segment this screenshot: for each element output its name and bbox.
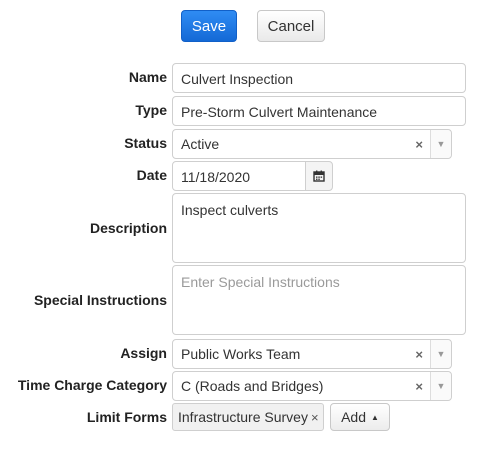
name-input[interactable]: Culvert Inspection bbox=[172, 63, 466, 93]
assign-label: Assign bbox=[120, 345, 167, 361]
time-charge-category-value: C (Roads and Bridges) bbox=[181, 378, 324, 394]
name-label: Name bbox=[128, 69, 167, 85]
type-label: Type bbox=[135, 102, 167, 118]
special-instructions-label: Special Instructions bbox=[33, 292, 167, 308]
limit-forms-tag: Infrastructure Survey × bbox=[172, 403, 324, 431]
special-instructions-placeholder: Enter Special Instructions bbox=[181, 274, 340, 290]
status-label: Status bbox=[124, 135, 167, 151]
add-form-button[interactable]: Add ▲ bbox=[330, 403, 390, 431]
date-input[interactable]: 11/18/2020 bbox=[172, 161, 306, 191]
calendar-icon bbox=[313, 170, 325, 182]
description-textarea[interactable]: Inspect culverts bbox=[172, 193, 466, 263]
cancel-button[interactable]: Cancel bbox=[257, 10, 325, 42]
assign-value: Public Works Team bbox=[181, 346, 301, 362]
type-input[interactable]: Pre-Storm Culvert Maintenance bbox=[172, 96, 466, 126]
clear-icon[interactable]: × bbox=[415, 347, 423, 362]
remove-tag-icon[interactable]: × bbox=[311, 410, 319, 425]
time-charge-category-label: Time Charge Category bbox=[17, 377, 167, 393]
caret-up-icon: ▲ bbox=[371, 412, 379, 422]
assign-select[interactable]: Public Works Team × ▼ bbox=[172, 339, 452, 369]
save-button[interactable]: Save bbox=[181, 10, 237, 42]
description-label: Description bbox=[89, 220, 167, 236]
limit-forms-label: Limit Forms bbox=[86, 409, 167, 425]
dropdown-arrow-icon[interactable]: ▼ bbox=[430, 340, 451, 368]
add-label: Add bbox=[341, 409, 366, 425]
calendar-button[interactable] bbox=[305, 161, 333, 191]
tag-label: Infrastructure Survey bbox=[178, 409, 308, 425]
status-select[interactable]: Active × ▼ bbox=[172, 129, 452, 159]
status-value: Active bbox=[181, 136, 220, 152]
dropdown-arrow-icon[interactable]: ▼ bbox=[430, 372, 451, 400]
clear-icon[interactable]: × bbox=[415, 379, 423, 394]
clear-icon[interactable]: × bbox=[415, 137, 423, 152]
date-label: Date bbox=[136, 167, 167, 183]
special-instructions-textarea[interactable]: Enter Special Instructions bbox=[172, 265, 466, 335]
dropdown-arrow-icon[interactable]: ▼ bbox=[430, 130, 451, 158]
time-charge-category-select[interactable]: C (Roads and Bridges) × ▼ bbox=[172, 371, 452, 401]
